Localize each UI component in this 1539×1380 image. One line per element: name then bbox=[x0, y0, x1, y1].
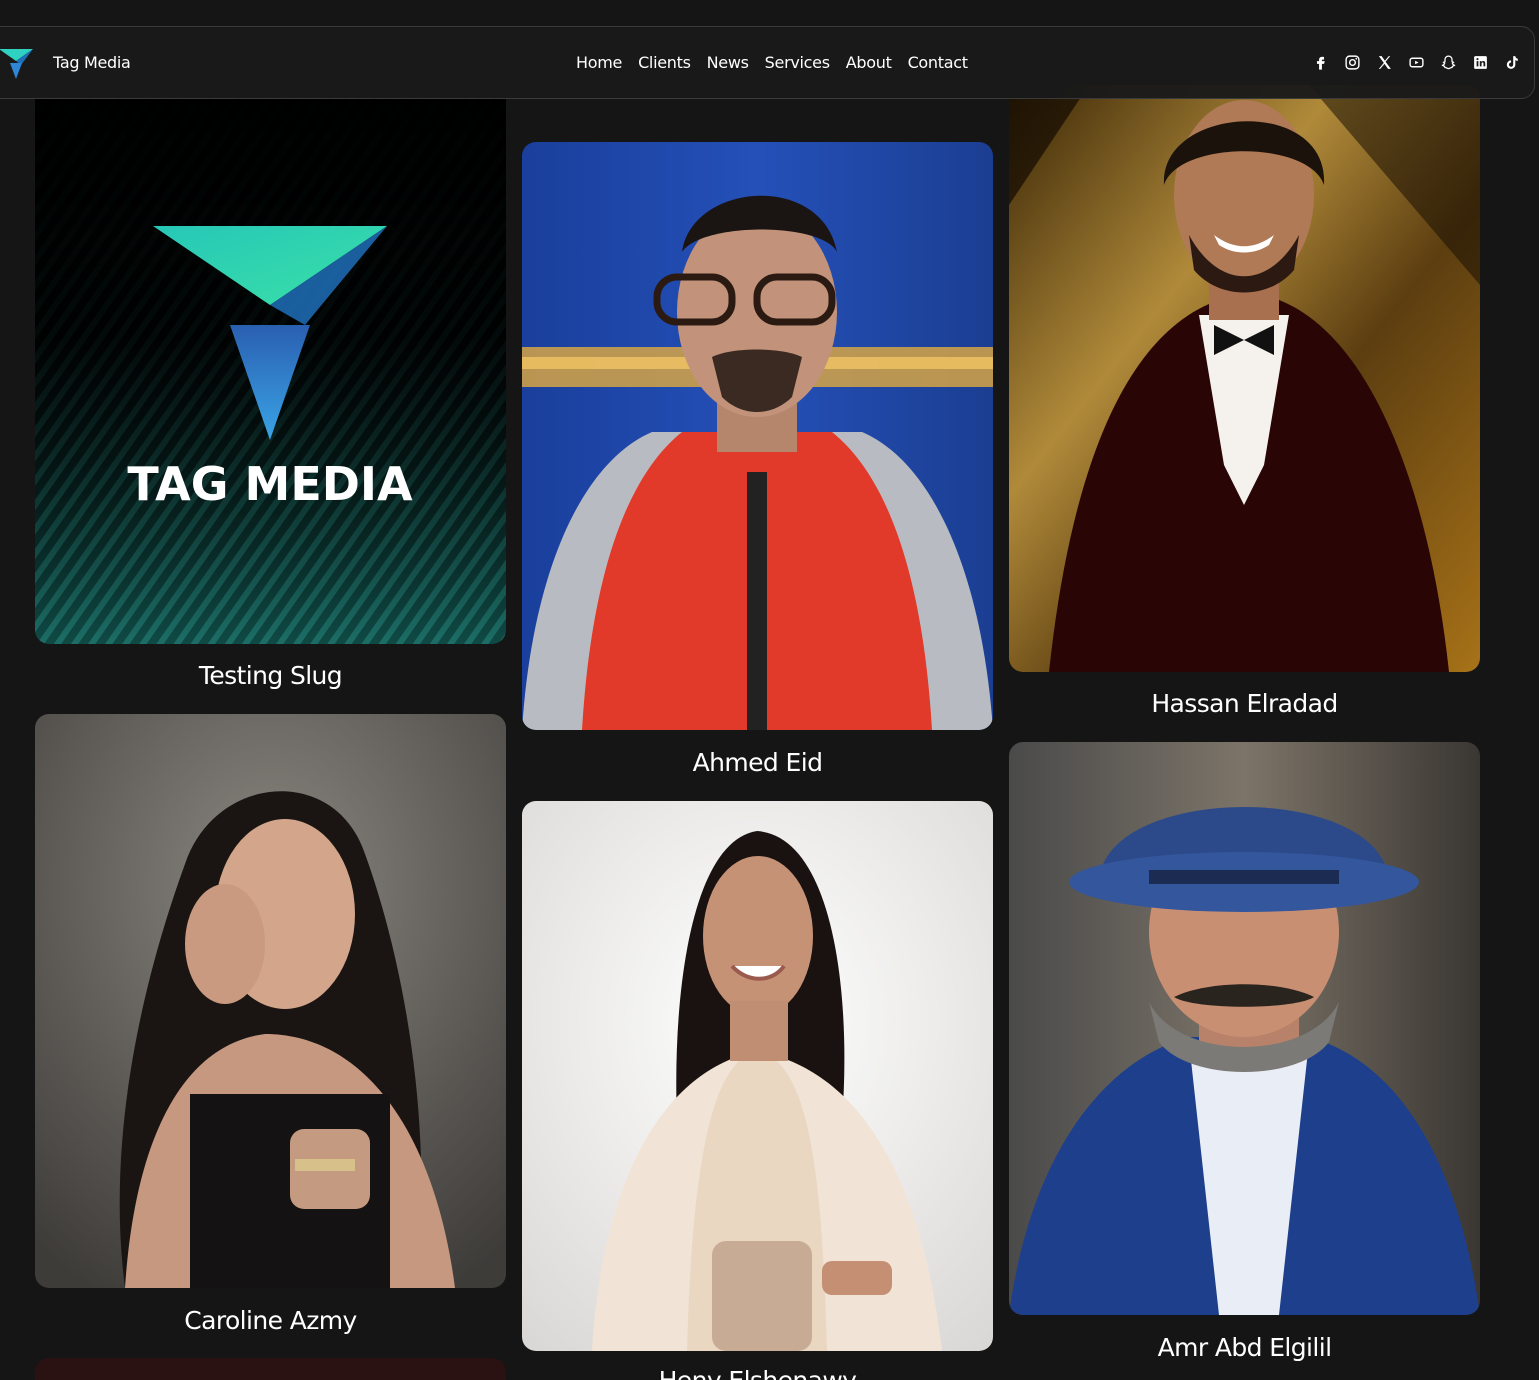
page: TAG MEDIA Testing Slug Caroline Azmy Ahm… bbox=[0, 0, 1539, 1380]
tiktok-icon[interactable] bbox=[1503, 51, 1521, 73]
client-photo[interactable] bbox=[1009, 742, 1480, 1315]
client-name[interactable]: Ahmed Eid bbox=[522, 748, 993, 777]
portrait-photo bbox=[1009, 742, 1480, 1315]
tag-media-logo-image: TAG MEDIA bbox=[35, 85, 506, 644]
portrait-photo bbox=[35, 714, 506, 1288]
client-photo[interactable] bbox=[35, 714, 506, 1288]
snapchat-icon[interactable] bbox=[1439, 51, 1457, 73]
portrait-photo bbox=[522, 801, 993, 1351]
nav-link-about[interactable]: About bbox=[846, 53, 892, 72]
tag-media-logo-icon[interactable] bbox=[0, 45, 37, 81]
instagram-icon[interactable] bbox=[1343, 51, 1361, 73]
client-name[interactable]: Amr Abd Elgilil bbox=[1009, 1333, 1480, 1362]
nav-link-news[interactable]: News bbox=[707, 53, 749, 72]
linkedin-icon[interactable] bbox=[1471, 51, 1489, 73]
client-photo[interactable] bbox=[1009, 85, 1480, 672]
portrait-photo bbox=[522, 142, 993, 730]
x-icon[interactable] bbox=[1375, 51, 1393, 73]
nav-link-contact[interactable]: Contact bbox=[908, 53, 968, 72]
client-name[interactable]: Caroline Azmy bbox=[35, 1306, 506, 1335]
client-photo[interactable] bbox=[522, 142, 993, 730]
client-photo-partial[interactable] bbox=[35, 1358, 506, 1380]
logo-wordmark: TAG MEDIA bbox=[127, 457, 413, 511]
nav-link-services[interactable]: Services bbox=[765, 53, 830, 72]
portrait-photo bbox=[1009, 85, 1480, 672]
nav-link-clients[interactable]: Clients bbox=[638, 53, 691, 72]
nav-link-home[interactable]: Home bbox=[576, 53, 622, 72]
facebook-icon[interactable] bbox=[1311, 51, 1329, 73]
main-nav: Home Clients News Services About Contact bbox=[576, 53, 968, 72]
youtube-icon[interactable] bbox=[1407, 51, 1425, 73]
client-name[interactable]: Hassan Elradad bbox=[1009, 689, 1480, 718]
social-links bbox=[1311, 51, 1521, 73]
brand-name[interactable]: Tag Media bbox=[53, 53, 131, 72]
client-photo[interactable]: TAG MEDIA bbox=[35, 85, 506, 644]
client-name[interactable]: Heny Elshenawy bbox=[522, 1366, 993, 1380]
top-navbar: Tag Media Home Clients News Services Abo… bbox=[0, 26, 1535, 99]
client-name[interactable]: Testing Slug bbox=[35, 661, 506, 690]
client-photo[interactable] bbox=[522, 801, 993, 1351]
